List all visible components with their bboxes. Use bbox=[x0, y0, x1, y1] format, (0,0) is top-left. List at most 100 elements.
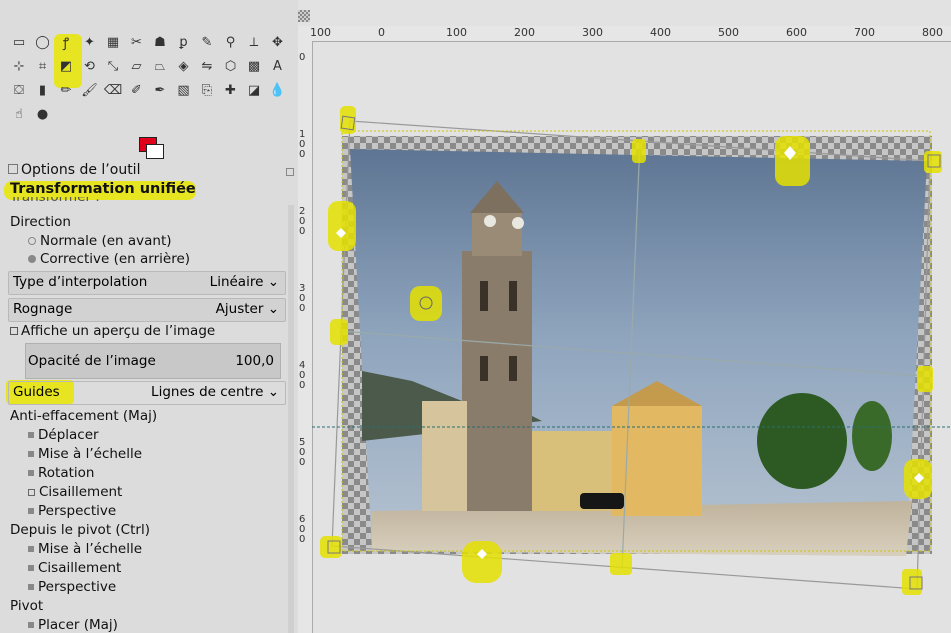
constrain-move-toggle[interactable]: Déplacer bbox=[28, 427, 99, 443]
toggle-indicator bbox=[28, 565, 34, 571]
background-color-swatch[interactable] bbox=[146, 144, 164, 159]
guides-label: Guides bbox=[13, 384, 60, 400]
direction-normal-label: Normale (en avant) bbox=[40, 233, 172, 249]
pencil-icon[interactable]: ✏ bbox=[57, 81, 75, 99]
hruler-tick-label: 200 bbox=[514, 26, 535, 39]
pivot-label: Pivot bbox=[10, 598, 44, 614]
direction-label: Direction bbox=[10, 214, 71, 230]
preview-checkbox[interactable]: Affiche un aperçu de l’image bbox=[10, 323, 215, 339]
pivot-shear-label: Cisaillement bbox=[38, 560, 122, 576]
foreground-select-icon[interactable]: ☗ bbox=[151, 33, 169, 51]
pivot-perspective-toggle[interactable]: Perspective bbox=[28, 579, 116, 595]
toggle-indicator bbox=[28, 584, 34, 590]
perspective-icon[interactable]: ⏢ bbox=[151, 57, 169, 75]
radio-indicator bbox=[28, 255, 36, 263]
fuzzy-select-icon[interactable]: ✦ bbox=[81, 33, 99, 51]
eraser-icon[interactable]: ⌫ bbox=[104, 81, 122, 99]
left-dock: ▭ ◯ ꝭ ✦ ▦ ✂ ☗ ꝑ ✎ ⚲ ⟂ ✥ ⊹ ⌗ ◩ ⟲ ⤡ ▱ ⏢ ◈ ⇋ ⬡ ▩ A ⛋ ▮ ✏ 🖌 ⌫ ✐ ✒ ▧ ⎘ ✚ ◪ 💧 ☝ ● O… bbox=[0, 0, 298, 633]
hruler-tick-label: 0 bbox=[378, 26, 385, 39]
hruler-tick-label: 100 bbox=[310, 26, 331, 39]
clone-icon[interactable]: ⎘ bbox=[198, 81, 216, 99]
constrain-perspective-toggle[interactable]: Perspective bbox=[28, 503, 116, 519]
direction-corrective-radio[interactable]: Corrective (en arrière) bbox=[28, 251, 190, 267]
airbrush-icon[interactable]: ✐ bbox=[128, 81, 146, 99]
bell-tower bbox=[462, 181, 532, 511]
pivot-place-toggle[interactable]: Placer (Maj) bbox=[28, 617, 118, 633]
vertical-ruler[interactable]: 0 100 200 300 400 500 600 bbox=[298, 41, 313, 633]
vruler-tick-label: 100 bbox=[299, 129, 306, 160]
opacity-spinscale[interactable]: Opacité de l’image 100,0 bbox=[25, 343, 281, 379]
interpolation-label: Type d’interpolation bbox=[13, 274, 148, 290]
constrain-shear-toggle[interactable]: Cisaillement bbox=[28, 484, 122, 500]
paths-icon[interactable]: ꝑ bbox=[175, 33, 193, 51]
vruler-tick-label: 200 bbox=[299, 206, 306, 237]
vruler-tick-label: 600 bbox=[299, 514, 306, 545]
pivot-scale-toggle[interactable]: Mise à l’échelle bbox=[28, 541, 142, 557]
cage-icon[interactable]: ⬡ bbox=[222, 57, 240, 75]
constrain-scale-label: Mise à l’échelle bbox=[38, 446, 143, 462]
unified-transform-icon[interactable]: ◩ bbox=[57, 57, 75, 75]
text-icon[interactable]: A bbox=[269, 57, 287, 75]
scale-icon[interactable]: ⤡ bbox=[104, 57, 122, 75]
constrain-move-label: Déplacer bbox=[38, 427, 99, 443]
bucket-fill-icon[interactable]: ⛋ bbox=[10, 81, 28, 99]
pivot-place-label: Placer (Maj) bbox=[38, 617, 118, 633]
hruler-tick-label: 700 bbox=[854, 26, 875, 39]
dodge-burn-icon[interactable]: ● bbox=[34, 105, 52, 123]
clipping-value: Ajuster ⌄ bbox=[215, 301, 279, 317]
heal-icon[interactable]: ✚ bbox=[222, 81, 240, 99]
options-scrollbar[interactable] bbox=[288, 205, 294, 633]
pivot-shear-toggle[interactable]: Cisaillement bbox=[28, 560, 121, 576]
color-picker-icon[interactable]: ✎ bbox=[198, 33, 216, 51]
3d-transform-icon[interactable]: ◈ bbox=[175, 57, 193, 75]
clipping-combo[interactable]: Rognage Ajuster ⌄ bbox=[8, 298, 286, 322]
move-icon[interactable]: ✥ bbox=[269, 33, 287, 51]
chevron-down-icon: ⌄ bbox=[267, 301, 279, 317]
ink-icon[interactable]: ✒ bbox=[151, 81, 169, 99]
free-select-icon[interactable]: ꝭ bbox=[57, 33, 75, 51]
zoom-icon[interactable]: ⚲ bbox=[222, 33, 240, 51]
guides-combo[interactable]: Guides Lignes de centre ⌄ bbox=[8, 381, 286, 405]
smudge-icon[interactable]: ☝ bbox=[10, 105, 28, 123]
options-tab-label: Options de l’outil bbox=[21, 162, 141, 178]
perspective-clone-icon[interactable]: ◪ bbox=[245, 81, 263, 99]
interpolation-combo[interactable]: Type d’interpolation Linéaire ⌄ bbox=[8, 271, 286, 295]
ruler-corner[interactable] bbox=[298, 26, 308, 41]
ellipse-select-icon[interactable]: ◯ bbox=[34, 33, 52, 51]
canvas[interactable] bbox=[312, 41, 951, 633]
blur-icon[interactable]: 💧 bbox=[269, 81, 287, 99]
toggle-indicator bbox=[28, 451, 34, 457]
shear-icon[interactable]: ▱ bbox=[128, 57, 146, 75]
constrain-rotate-label: Rotation bbox=[38, 465, 95, 481]
hruler-tick-label: 800 bbox=[922, 26, 943, 39]
measure-icon[interactable]: ⟂ bbox=[245, 33, 263, 51]
align-icon[interactable]: ⊹ bbox=[10, 57, 28, 75]
tab-menu-icon[interactable] bbox=[286, 168, 294, 176]
tool-options-title: Transformation unifiée bbox=[10, 181, 196, 197]
scissors-icon[interactable]: ✂ bbox=[128, 33, 146, 51]
image-window[interactable]: 100 0 100 200 300 400 500 600 700 800 0 100 200 300 4… bbox=[298, 0, 951, 633]
from-pivot-label: Depuis le pivot (Ctrl) bbox=[10, 522, 150, 538]
warp-icon[interactable]: ▩ bbox=[245, 57, 263, 75]
crop-icon[interactable]: ⌗ bbox=[34, 57, 52, 75]
hruler-tick-label: 300 bbox=[582, 26, 603, 39]
rotate-icon[interactable]: ⟲ bbox=[81, 57, 99, 75]
horizontal-ruler[interactable]: 100 0 100 200 300 400 500 600 700 800 bbox=[308, 26, 951, 42]
constrain-perspective-label: Perspective bbox=[38, 503, 117, 519]
paintbrush-icon[interactable]: 🖌 bbox=[81, 81, 99, 99]
opacity-value: 100,0 bbox=[235, 353, 274, 369]
constrain-rotate-toggle[interactable]: Rotation bbox=[28, 465, 94, 481]
flip-icon[interactable]: ⇋ bbox=[198, 57, 216, 75]
select-by-color-icon[interactable]: ▦ bbox=[104, 33, 122, 51]
rect-select-icon[interactable]: ▭ bbox=[10, 33, 28, 51]
gradient-icon[interactable]: ▮ bbox=[34, 81, 52, 99]
chevron-down-icon: ⌄ bbox=[267, 274, 279, 290]
direction-normal-radio[interactable]: Normale (en avant) bbox=[28, 233, 172, 249]
options-tab[interactable]: Options de l’outil bbox=[8, 162, 140, 178]
hruler-tick-label: 100 bbox=[446, 26, 467, 39]
opacity-label: Opacité de l’image bbox=[28, 353, 156, 369]
constrain-scale-toggle[interactable]: Mise à l’échelle bbox=[28, 446, 142, 462]
quick-mask-toggle[interactable] bbox=[298, 10, 310, 22]
direction-corrective-label: Corrective (en arrière) bbox=[40, 251, 191, 267]
mypaint-brush-icon[interactable]: ▧ bbox=[175, 81, 193, 99]
